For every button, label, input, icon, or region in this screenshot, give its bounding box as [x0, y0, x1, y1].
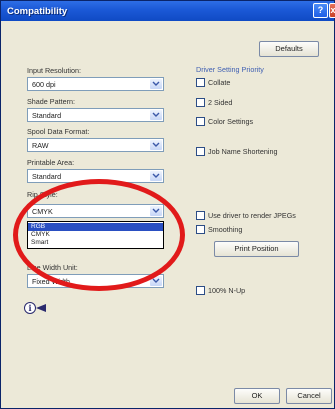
help-button[interactable]: ?	[313, 3, 328, 18]
cancel-button[interactable]: Cancel	[286, 388, 332, 404]
chevron-down-icon	[150, 79, 162, 89]
compatibility-dialog: Compatibility ? x Defaults Input Resolut…	[0, 0, 335, 409]
input-resolution-value: 600 dpi	[32, 80, 56, 89]
use-driver-jpeg-label: Use driver to render JPEGs	[208, 211, 296, 220]
collate-checkbox[interactable]	[196, 78, 205, 87]
printable-area-value: Standard	[32, 172, 62, 181]
input-resolution-label: Input Resolution:	[27, 66, 81, 75]
smoothing-checkbox[interactable]	[196, 225, 205, 234]
hundred-nup-label: 100% N-Up	[208, 286, 246, 295]
chevron-down-icon	[150, 140, 162, 150]
shade-pattern-value: Standard	[32, 111, 62, 120]
chevron-down-icon	[150, 171, 162, 181]
two-sided-checkbox[interactable]	[196, 98, 205, 107]
printable-area-label: Printable Area:	[27, 158, 75, 167]
svg-text:i: i	[28, 303, 31, 313]
collate-label: Collate	[208, 78, 231, 87]
job-name-shortening-label: Job Name Shortening	[208, 147, 278, 156]
ok-button[interactable]: OK	[234, 388, 280, 404]
spool-data-format-select[interactable]: RAW	[27, 138, 164, 152]
chevron-down-icon	[150, 110, 162, 120]
window-title: Compatibility	[7, 6, 68, 17]
two-sided-label: 2 Sided	[208, 98, 233, 107]
annotation-circle	[13, 179, 185, 291]
color-settings-checkbox[interactable]	[196, 117, 205, 126]
use-driver-jpeg-checkbox[interactable]	[196, 211, 205, 220]
info-icon: i	[24, 301, 48, 315]
input-resolution-select[interactable]: 600 dpi	[27, 77, 164, 91]
title-bar: Compatibility ? x	[1, 1, 335, 21]
shade-pattern-select[interactable]: Standard	[27, 108, 164, 122]
shade-pattern-label: Shade Pattern:	[27, 97, 75, 106]
color-settings-label: Color Settings	[208, 117, 254, 126]
defaults-button[interactable]: Defaults	[259, 41, 319, 57]
print-position-button[interactable]: Print Position	[214, 241, 299, 257]
spool-data-format-value: RAW	[32, 141, 49, 150]
smoothing-label: Smoothing	[208, 225, 243, 234]
spool-data-format-label: Spool Data Format:	[27, 127, 90, 136]
hundred-nup-checkbox[interactable]	[196, 286, 205, 295]
close-button[interactable]: x	[329, 3, 335, 18]
driver-priority-label: Driver Setting Priority	[196, 65, 264, 74]
job-name-shortening-checkbox[interactable]	[196, 147, 205, 156]
